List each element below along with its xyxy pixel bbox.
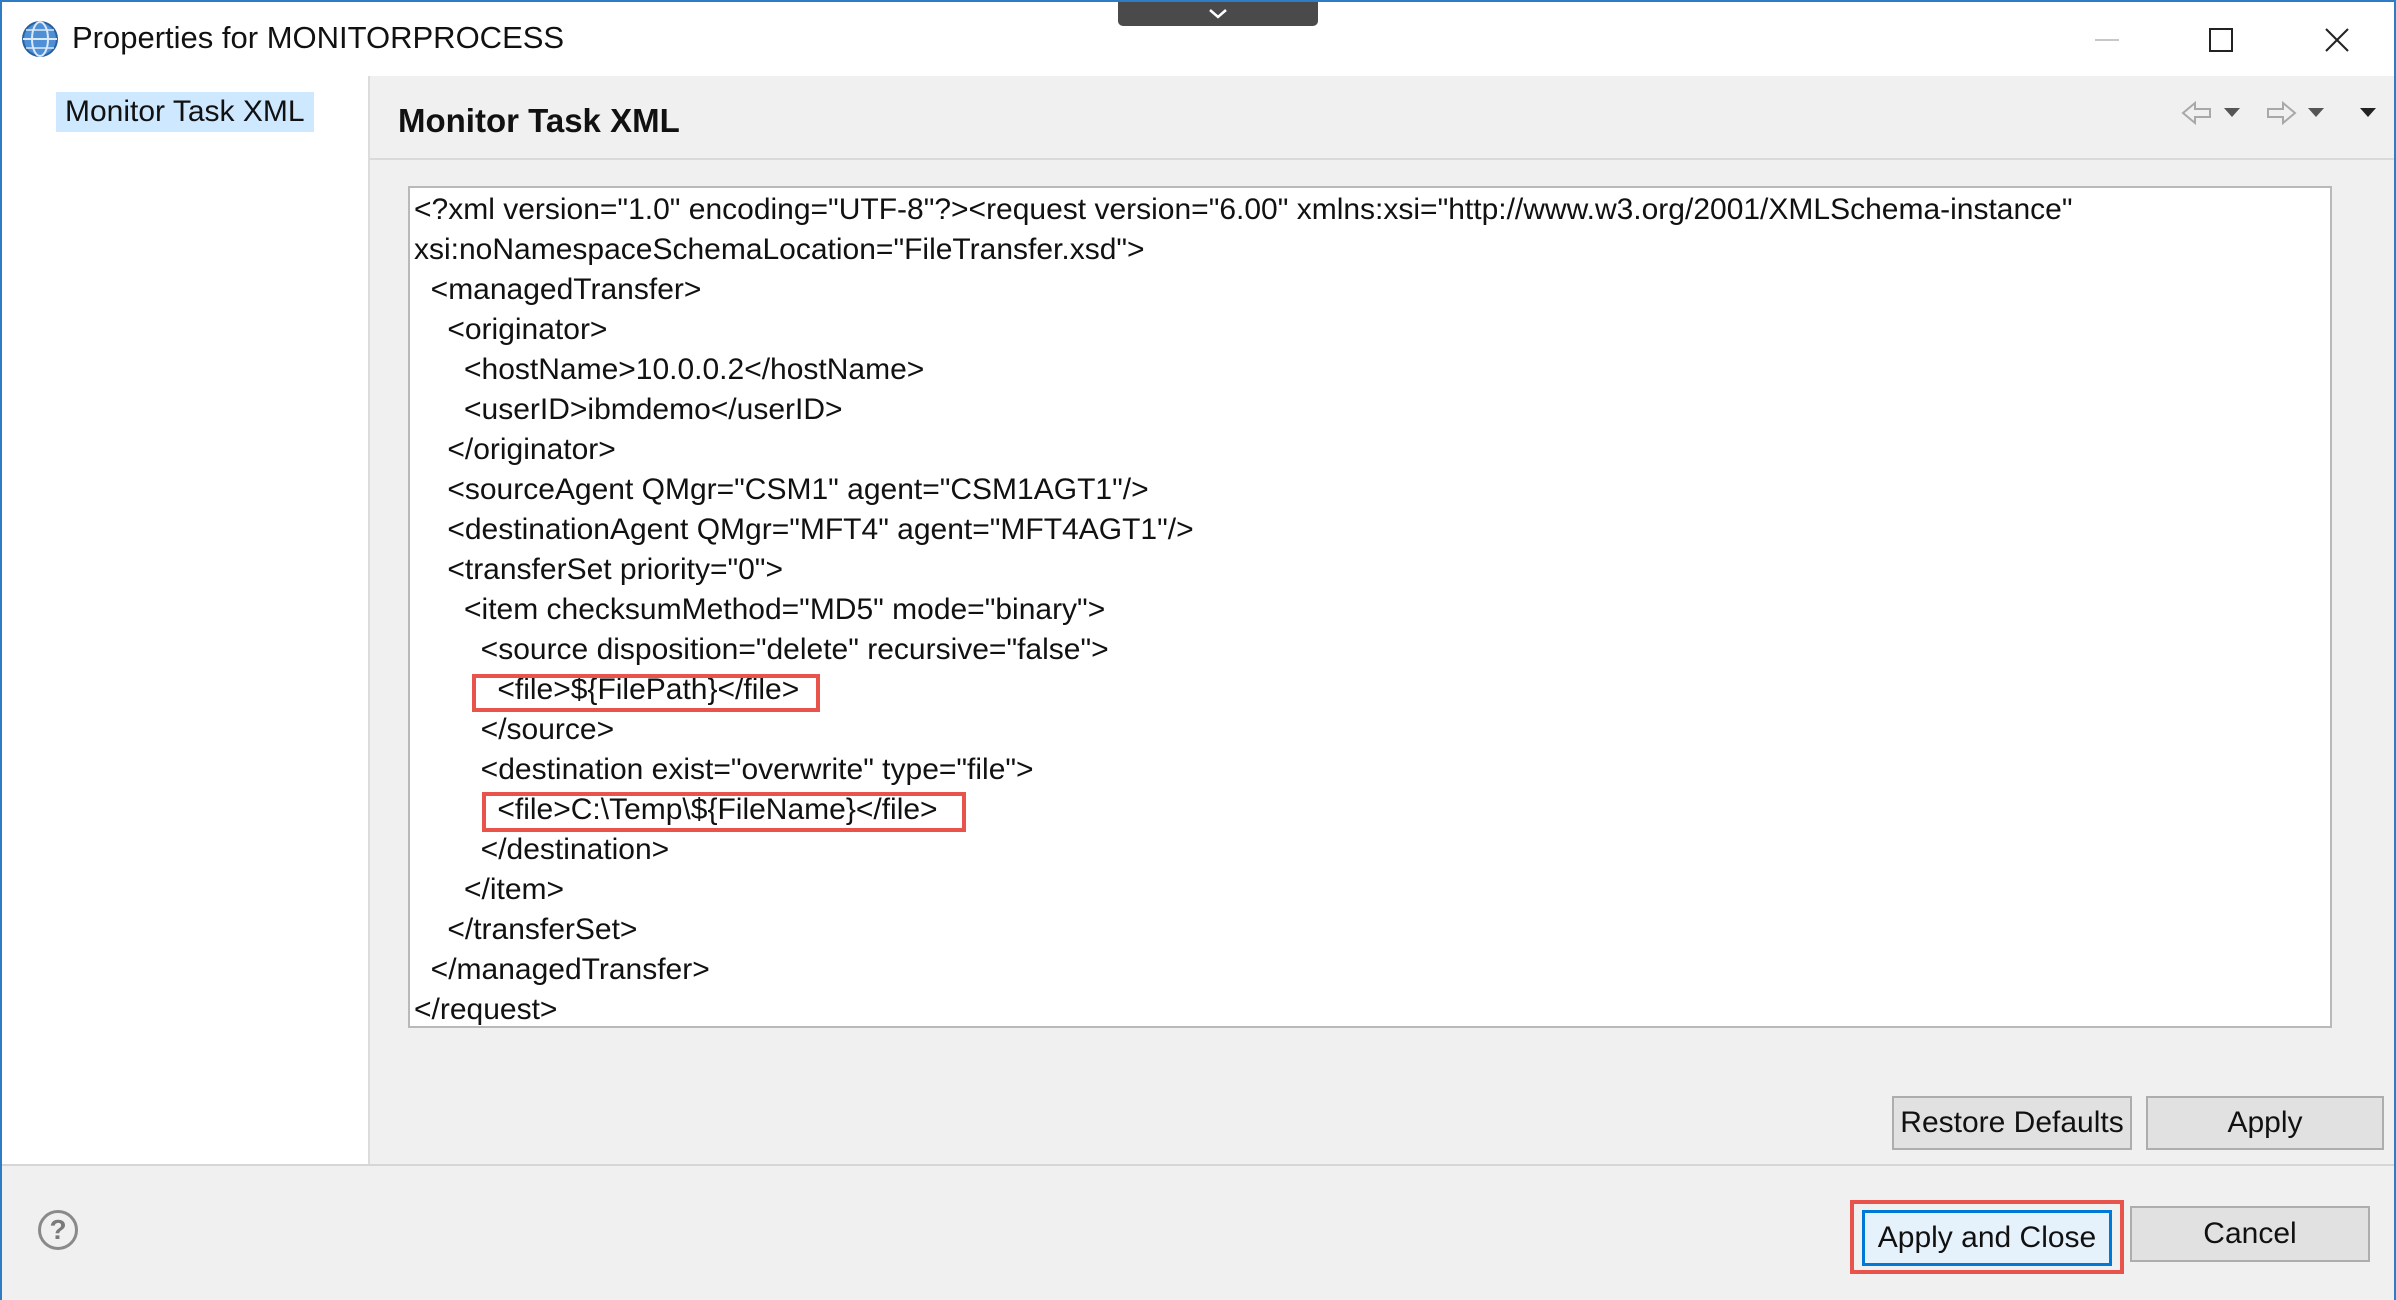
xml-line: <source disposition="delete" recursive="… (414, 633, 1109, 666)
xml-line: <sourceAgent QMgr="CSM1" agent="CSM1AGT1… (414, 473, 1149, 506)
xml-line: xsi:noNamespaceSchemaLocation="FileTrans… (414, 233, 1145, 266)
close-button[interactable] (2288, 6, 2388, 72)
apply-button[interactable]: Apply (2146, 1096, 2384, 1150)
view-menu-icon[interactable] (2358, 106, 2378, 120)
cancel-button[interactable]: Cancel (2130, 1206, 2370, 1262)
dialog-footer: ? Apply and Close Cancel (2, 1166, 2394, 1300)
page-title: Monitor Task XML (398, 102, 680, 139)
chevron-down-icon (1209, 9, 1227, 19)
xml-editor[interactable]: <?xml version="1.0" encoding="UTF-8"?><r… (408, 186, 2332, 1028)
sidebar: Monitor Task XML (2, 76, 368, 1164)
minimize-button[interactable] (2058, 6, 2158, 72)
back-dropdown-icon[interactable] (2222, 106, 2242, 120)
sidebar-item-monitor-task-xml[interactable]: Monitor Task XML (56, 92, 314, 132)
forward-arrow-icon[interactable] (2264, 98, 2298, 128)
minimize-icon (2095, 39, 2119, 41)
globe-gear-icon (22, 21, 58, 57)
title-bar: Properties for MONITORPROCESS (2, 2, 2394, 76)
maximize-icon (2209, 28, 2233, 52)
maximize-button[interactable] (2172, 6, 2272, 72)
header-divider (370, 158, 2394, 160)
xml-line: <userID>ibmdemo</userID> (414, 393, 843, 426)
properties-page: Monitor Task XML <?xml version="1.0" enc… (370, 76, 2394, 1164)
file-name-highlight (482, 792, 966, 832)
back-arrow-icon[interactable] (2180, 98, 2214, 128)
xml-line: </destination> (414, 833, 670, 866)
close-icon (2325, 28, 2349, 52)
restore-defaults-button[interactable]: Restore Defaults (1892, 1096, 2132, 1150)
xml-line: </managedTransfer> (414, 953, 710, 986)
xml-line: <destinationAgent QMgr="MFT4" agent="MFT… (414, 513, 1194, 546)
apply-and-close-highlight: Apply and Close (1850, 1200, 2124, 1274)
window-title: Properties for MONITORPROCESS (72, 20, 565, 55)
xml-line: </item> (414, 873, 565, 906)
xml-line: </request> (414, 993, 558, 1026)
xml-line: </originator> (414, 433, 616, 466)
properties-window: Properties for MONITORPROCESS Monitor Ta… (0, 0, 2396, 1300)
xml-line: </transferSet> (414, 913, 638, 946)
forward-dropdown-icon[interactable] (2306, 106, 2326, 120)
xml-line: <transferSet priority="0"> (414, 553, 783, 586)
xml-line: </source> (414, 713, 615, 746)
xml-line: <?xml version="1.0" encoding="UTF-8"?><r… (414, 193, 2073, 226)
help-icon[interactable]: ? (38, 1210, 78, 1250)
xml-line: <managedTransfer> (414, 273, 702, 306)
xml-line: <item checksumMethod="MD5" mode="binary"… (414, 593, 1106, 626)
file-path-highlight (472, 674, 820, 712)
xml-line: <destination exist="overwrite" type="fil… (414, 753, 1034, 786)
xml-line: <hostName>10.0.0.2</hostName> (414, 353, 925, 386)
collapse-handle[interactable] (1118, 2, 1318, 26)
apply-and-close-button[interactable]: Apply and Close (1862, 1210, 2112, 1266)
xml-line: <originator> (414, 313, 608, 346)
